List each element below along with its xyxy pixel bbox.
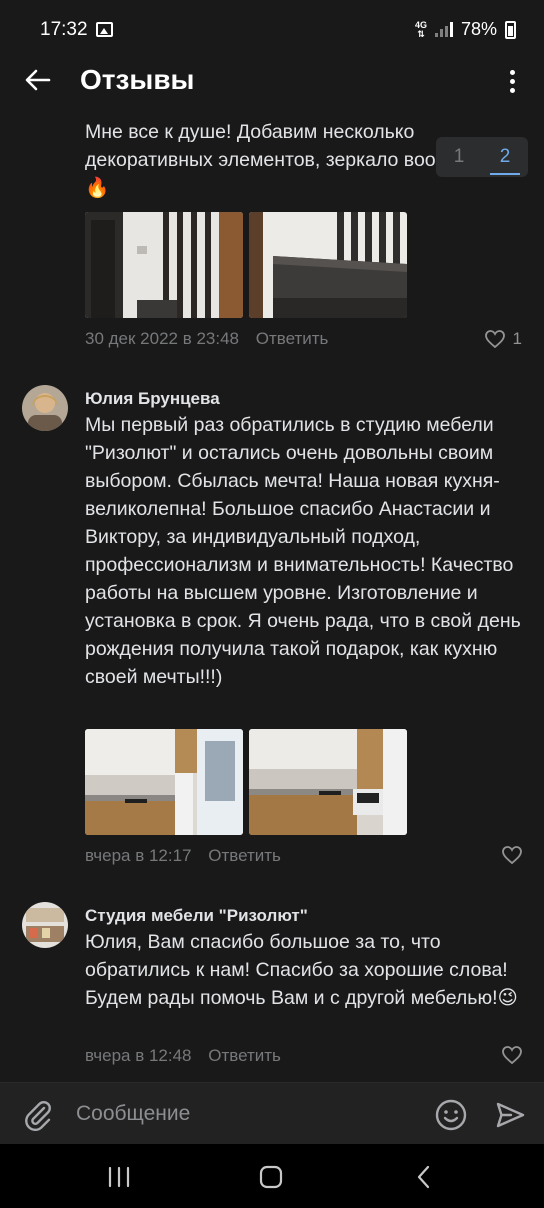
home-icon — [259, 1165, 283, 1189]
like-count: 1 — [512, 329, 522, 348]
heart-icon — [502, 1046, 522, 1064]
emoji-button[interactable] — [434, 1098, 468, 1132]
send-button[interactable] — [494, 1099, 526, 1131]
comment-date: вчера в 12:17 — [85, 846, 192, 865]
comment-photos — [85, 729, 407, 835]
comment-meta: вчера в 12:17 Ответить — [85, 846, 281, 866]
reply-link[interactable]: Ответить — [256, 329, 329, 348]
like-button[interactable] — [502, 846, 522, 864]
smile-icon — [435, 1099, 467, 1131]
comment-author[interactable]: Юлия Брунцева — [85, 389, 220, 409]
send-icon — [496, 1102, 525, 1128]
back-button[interactable] — [22, 64, 54, 96]
home-button[interactable] — [253, 1162, 289, 1192]
comment-text: Мы первый раз обратились в студию мебели… — [85, 414, 521, 688]
recent-apps-button[interactable] — [101, 1162, 137, 1192]
comment-photos — [85, 212, 407, 318]
status-indicators: 4G ⇅ 78% — [415, 19, 516, 40]
page-title: Отзывы — [80, 64, 195, 95]
signal-icon — [434, 22, 453, 37]
reply-link[interactable]: Ответить — [208, 1046, 281, 1065]
fire-emoji: 🔥 — [85, 177, 110, 199]
avatar[interactable] — [22, 902, 68, 948]
page-2-tab[interactable]: 2 — [490, 146, 520, 175]
comment-meta: 30 дек 2022 в 23:48 Ответить — [85, 329, 328, 349]
comment-text: Юлия, Вам спасибо большое за то, что обр… — [85, 931, 518, 1009]
kitchen-photo-2[interactable] — [249, 729, 407, 835]
like-button[interactable]: 1 — [484, 329, 522, 349]
comment-author[interactable]: Студия мебели "Ризолют" — [85, 906, 308, 926]
wink-emoji: 😉 — [497, 987, 518, 1009]
gallery-notification-icon — [96, 22, 113, 37]
recent-apps-icon — [108, 1166, 130, 1188]
heart-icon — [484, 330, 505, 348]
comments-list: Мне все к душе! Добавим несколько декора… — [0, 110, 544, 1080]
like-button[interactable] — [502, 1046, 522, 1064]
chevron-left-icon — [417, 1165, 430, 1189]
more-options-button[interactable] — [502, 66, 522, 96]
paperclip-icon — [25, 1101, 51, 1131]
heart-icon — [502, 846, 522, 864]
arrow-left-icon — [25, 69, 51, 91]
system-back-button[interactable] — [406, 1162, 442, 1192]
message-composer — [0, 1082, 544, 1144]
comment-date: 30 дек 2022 в 23:48 — [85, 329, 240, 348]
attach-button[interactable] — [22, 1099, 54, 1131]
reply-link[interactable]: Ответить — [208, 846, 281, 865]
message-input[interactable] — [76, 1096, 416, 1132]
comment-meta: вчера в 12:48 Ответить — [85, 1046, 281, 1066]
page-switcher: 1 2 — [436, 137, 528, 177]
network-type-icon: 4G ⇅ — [414, 19, 427, 39]
app-bar: Отзывы — [0, 60, 544, 106]
battery-percent: 78% — [460, 19, 497, 39]
hallway-photo-1[interactable] — [85, 212, 243, 318]
status-bar: 17:32 4G ⇅ 78% — [0, 0, 544, 60]
avatar[interactable] — [22, 385, 68, 431]
comment-date: вчера в 12:48 — [85, 1046, 192, 1065]
status-time: 17:32 — [40, 19, 88, 40]
kitchen-photo-1[interactable] — [85, 729, 243, 835]
more-vertical-icon — [509, 69, 515, 75]
system-nav-bar — [0, 1144, 544, 1208]
battery-icon — [505, 20, 516, 39]
page-1-tab[interactable]: 1 — [454, 146, 465, 168]
hallway-photo-2[interactable] — [249, 212, 407, 318]
